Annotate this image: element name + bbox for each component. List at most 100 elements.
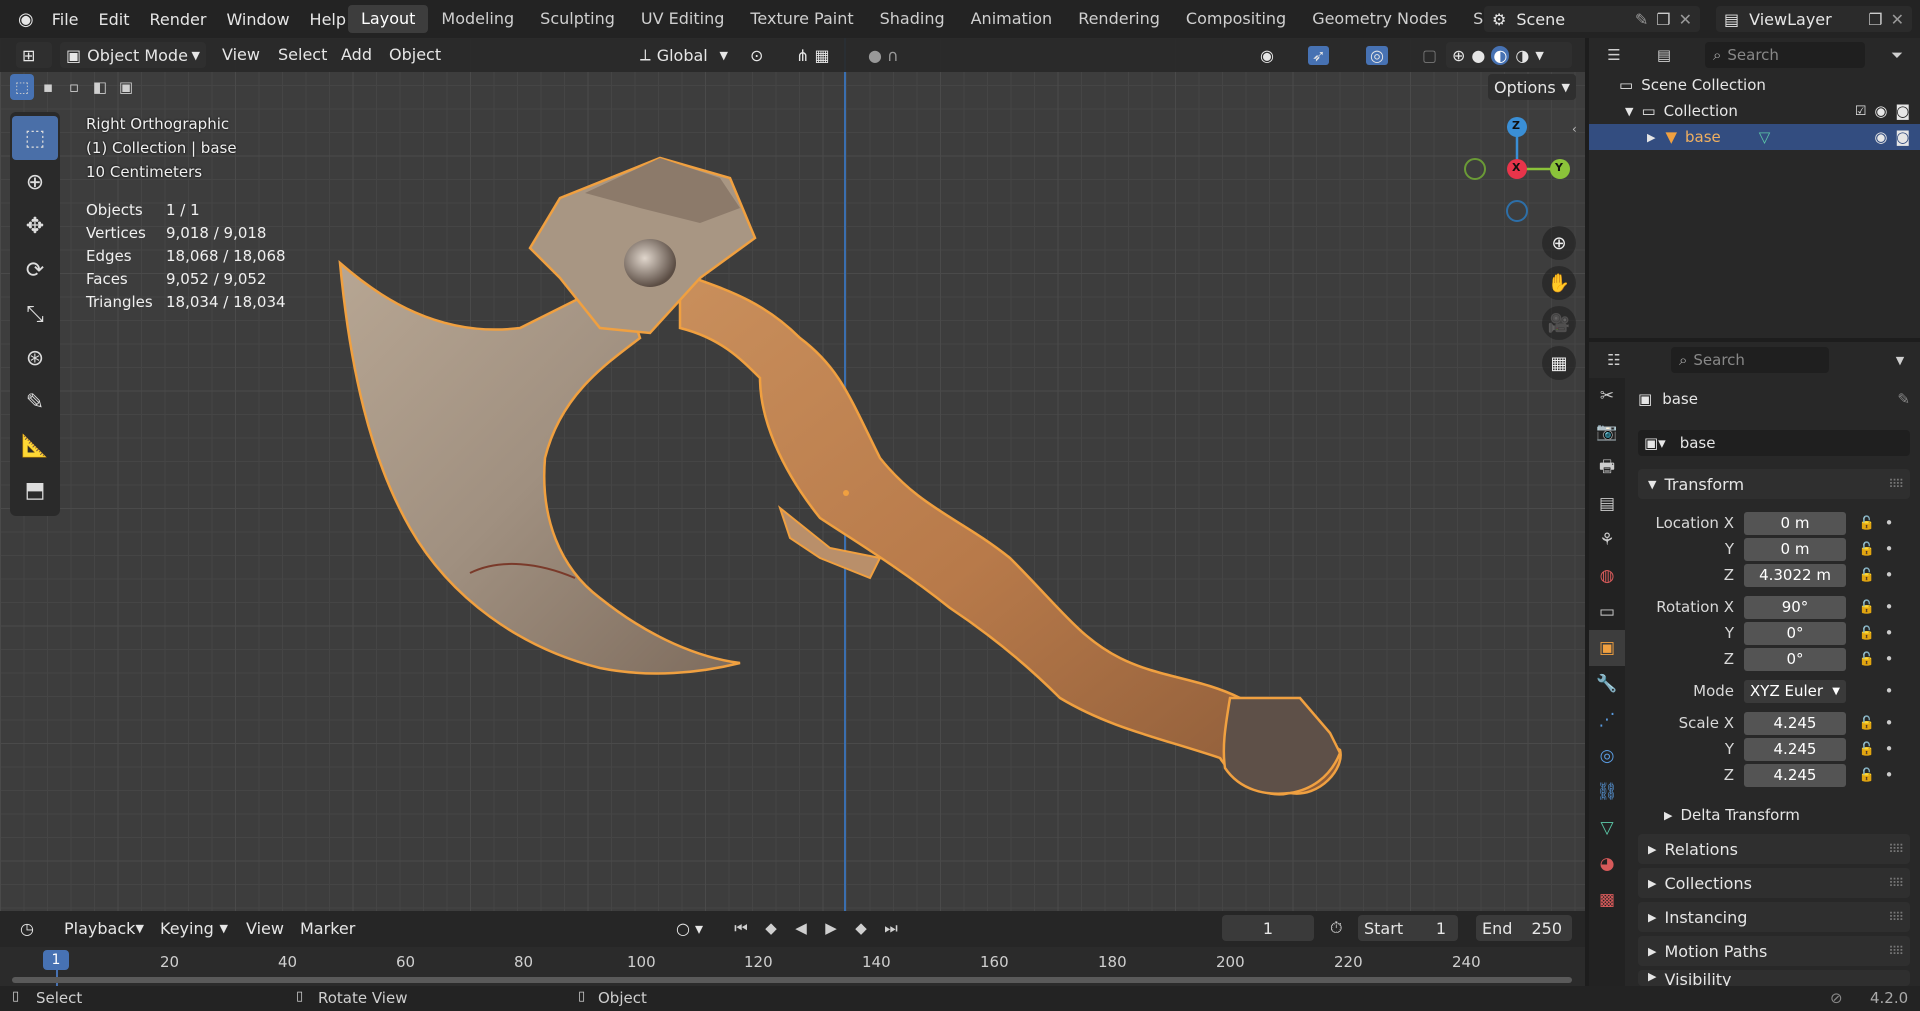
rotate-tool[interactable]: ⟳ xyxy=(10,248,60,292)
tab-world[interactable]: ◍ xyxy=(1589,558,1625,594)
new-scene-icon[interactable]: ❐ xyxy=(1656,10,1670,29)
pin-icon[interactable]: ✎ xyxy=(1635,10,1648,29)
tab-render[interactable]: 📷 xyxy=(1589,414,1625,450)
timeline-menu-marker[interactable]: Marker xyxy=(300,919,355,938)
tab-scene[interactable]: ⚘ xyxy=(1589,522,1625,558)
visibility-dropdown[interactable]: ◉ xyxy=(1254,42,1296,68)
select-invert-icon[interactable]: ◧ xyxy=(88,74,112,100)
object-type-icon[interactable]: ▣▾ xyxy=(1644,434,1666,452)
drag-grip-icon[interactable]: ⠿⠿ xyxy=(1888,910,1904,924)
menu-render[interactable]: Render xyxy=(139,10,216,29)
rotation-y-field[interactable]: 0° xyxy=(1744,621,1846,645)
blender-logo-icon[interactable]: ◉ xyxy=(10,9,42,30)
proportional-editing-toggle[interactable]: ● ∩ xyxy=(862,42,924,68)
rendered-shading-icon[interactable]: ◑ xyxy=(1515,46,1529,65)
select-extend-icon[interactable]: ▪ xyxy=(36,74,60,100)
drag-grip-icon[interactable]: ⠿⠿ xyxy=(1888,842,1904,856)
tab-geometry-nodes[interactable]: Geometry Nodes xyxy=(1299,5,1460,33)
measure-tool[interactable]: 📐 xyxy=(10,424,60,468)
select-box-tool[interactable]: ⬚ xyxy=(12,116,58,160)
viewlayer-selector[interactable]: ▤ ViewLayer ❐ ✕ xyxy=(1716,6,1912,32)
play-reverse-icon[interactable]: ◀ xyxy=(788,915,814,941)
outliner-row-collection[interactable]: ▼ ▭ Collection ☑ ◉ ◙ xyxy=(1589,98,1920,124)
rotation-mode-dropdown[interactable]: XYZ Euler ▼ xyxy=(1744,679,1846,703)
pivot-point-dropdown[interactable]: ⊙ xyxy=(744,42,784,68)
tab-animation[interactable]: Animation xyxy=(958,5,1066,33)
camera-view-button[interactable]: 🎥 xyxy=(1542,306,1576,340)
location-y-field[interactable]: 0 m xyxy=(1744,537,1846,561)
location-x-field[interactable]: 0 m xyxy=(1744,511,1846,535)
properties-search[interactable]: ⌕ Search xyxy=(1671,347,1829,373)
material-shading-icon[interactable]: ◐ xyxy=(1491,45,1510,65)
tab-output[interactable]: 🖶 xyxy=(1589,450,1625,486)
outliner-search[interactable]: ⌕ Search xyxy=(1705,42,1865,68)
lock-icon[interactable]: 🔓 xyxy=(1856,768,1878,783)
render-camera-icon[interactable]: ◙ xyxy=(1895,102,1910,120)
keying-menu[interactable]: Keying ▼ xyxy=(154,915,234,941)
instancing-panel-header[interactable]: ▶ Instancing ⠿⠿ xyxy=(1638,902,1910,932)
lock-icon[interactable]: 🔓 xyxy=(1856,542,1878,557)
timeline-scrollbar[interactable] xyxy=(12,977,1572,983)
scene-selector[interactable]: ⚙ Scene ✎ ❐ ✕ xyxy=(1484,6,1700,32)
scale-tool[interactable]: ⤡ xyxy=(10,292,60,336)
menu-file[interactable]: File xyxy=(42,10,89,29)
scale-x-field[interactable]: 4.245 xyxy=(1744,711,1846,735)
keyframe-dot-icon[interactable]: • xyxy=(1878,598,1900,616)
playhead[interactable]: 1 xyxy=(43,950,69,970)
display-mode-icon[interactable]: ▤ xyxy=(1651,42,1677,68)
keyframe-dot-icon[interactable]: • xyxy=(1878,624,1900,642)
visibility-panel-header[interactable]: ▶ Visibility xyxy=(1638,970,1910,986)
select-new-icon[interactable]: ⬚ xyxy=(10,74,34,100)
transform-orientation-dropdown[interactable]: ⟂ Global ▼ xyxy=(634,42,734,68)
tab-layout[interactable]: Layout xyxy=(348,5,429,33)
tab-physics[interactable]: ◎ xyxy=(1589,738,1625,774)
tab-view-layer[interactable]: ▤ xyxy=(1589,486,1625,522)
tab-data[interactable]: ▽ xyxy=(1589,810,1625,846)
viewport-menu-view[interactable]: View xyxy=(222,38,260,72)
prev-keyframe-icon[interactable]: ◆ xyxy=(758,915,784,941)
delete-viewlayer-icon[interactable]: ✕ xyxy=(1891,10,1904,29)
drag-grip-icon[interactable]: ⠿⠿ xyxy=(1888,477,1904,491)
keyframe-dot-icon[interactable]: • xyxy=(1878,740,1900,758)
collapse-icon[interactable]: ▼ xyxy=(1625,105,1633,118)
chevron-down-icon[interactable]: ▼ xyxy=(1887,347,1913,373)
keyframe-dot-icon[interactable]: • xyxy=(1878,766,1900,784)
menu-window[interactable]: Window xyxy=(216,10,299,29)
tab-shading[interactable]: Shading xyxy=(867,5,958,33)
menu-edit[interactable]: Edit xyxy=(89,10,140,29)
start-frame-field[interactable]: Start 1 xyxy=(1358,915,1458,941)
lock-icon[interactable]: 🔓 xyxy=(1856,600,1878,615)
jump-end-icon[interactable]: ⏭ xyxy=(878,915,904,941)
filter-icon[interactable]: ⏷ xyxy=(1884,42,1910,68)
mode-dropdown[interactable]: ▣ Object Mode ▼ xyxy=(60,42,206,68)
add-cube-tool[interactable]: ⬒ xyxy=(10,468,60,512)
zoom-button[interactable]: ⊕ xyxy=(1542,226,1576,260)
keyframe-dot-icon[interactable]: • xyxy=(1878,514,1900,532)
transform-panel-header[interactable]: ▼ Transform ⠿⠿ xyxy=(1638,469,1910,499)
xray-toggle[interactable]: ▢ xyxy=(1416,42,1444,68)
playback-menu[interactable]: Playback ▼ xyxy=(58,915,150,941)
tab-particles[interactable]: ⋰ xyxy=(1589,702,1625,738)
tab-texture[interactable]: ▩ xyxy=(1589,882,1625,918)
wireframe-shading-icon[interactable]: ⊕ xyxy=(1452,46,1465,65)
sidebar-toggle-icon[interactable]: ‹ xyxy=(1572,122,1577,136)
checkbox-icon[interactable]: ☑ xyxy=(1855,104,1867,119)
viewport-menu-select[interactable]: Select xyxy=(278,38,327,72)
keyframe-dot-icon[interactable]: • xyxy=(1878,682,1900,700)
jump-start-icon[interactable]: ⏮ xyxy=(728,915,754,941)
tab-material[interactable]: ◕ xyxy=(1589,846,1625,882)
eye-icon[interactable]: ◉ xyxy=(1874,102,1887,120)
ortho-toggle-button[interactable]: ▦ xyxy=(1542,346,1576,380)
move-tool[interactable]: ✥ xyxy=(10,204,60,248)
drag-grip-icon[interactable]: ⠿⠿ xyxy=(1888,876,1904,890)
annotate-tool[interactable]: ✎ xyxy=(10,380,60,424)
keyframe-dot-icon[interactable]: • xyxy=(1878,650,1900,668)
lock-icon[interactable]: 🔓 xyxy=(1856,568,1878,583)
relations-panel-header[interactable]: ▶ Relations ⠿⠿ xyxy=(1638,834,1910,864)
3d-viewport[interactable]: ⊞ ▣ Object Mode ▼ View Select Add Object… xyxy=(0,38,1585,911)
preview-range-toggle[interactable]: ⏱ xyxy=(1324,915,1354,941)
axe-model[interactable] xyxy=(0,38,1585,911)
object-datablock-field[interactable]: ▣▾ base xyxy=(1638,430,1910,456)
cursor-tool[interactable]: ⊕ xyxy=(10,160,60,204)
tab-constraints[interactable]: ⛓ xyxy=(1589,774,1625,810)
